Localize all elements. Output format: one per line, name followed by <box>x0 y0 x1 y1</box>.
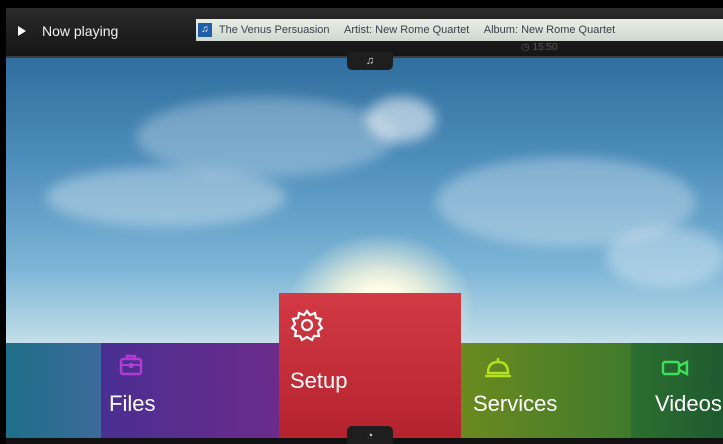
track-info: ♫ The Venus Persuasion Artist: New Rome … <box>196 19 723 41</box>
menu-item-files[interactable]: Files <box>101 343 279 438</box>
service-bell-icon <box>485 358 511 378</box>
track-artist: Artist: New Rome Quartet <box>344 24 470 36</box>
now-playing-bar[interactable]: Now playing ♫ The Venus Persuasion Artis… <box>6 8 723 58</box>
music-note-icon: ♫ <box>198 23 212 38</box>
home-screen: Now playing ♫ The Venus Persuasion Artis… <box>0 0 723 444</box>
clock-time: 15:50 <box>532 42 558 53</box>
track-title: The Venus Persuasion <box>218 24 330 36</box>
music-tab[interactable]: ♫ <box>347 52 393 70</box>
clock-icon: ◷ <box>521 42 530 53</box>
speedometer-icon: ◔ <box>366 430 374 442</box>
setup-label: Setup <box>290 368 348 393</box>
play-icon <box>18 26 26 36</box>
menu-item-videos[interactable]: Videos <box>631 343 723 438</box>
files-label: Files <box>109 391 156 416</box>
clock: ◷ 15:50 <box>521 42 611 54</box>
briefcase-icon <box>119 354 143 376</box>
track-album: Album: New Rome Quartet <box>483 24 616 36</box>
video-camera-icon <box>661 360 689 376</box>
services-label: Services <box>473 391 558 416</box>
now-playing-label: Now playing <box>42 23 119 39</box>
menu-tile-previous[interactable] <box>6 343 101 438</box>
menu-item-services[interactable]: Services <box>461 343 631 438</box>
music-note-icon: ♫ <box>365 55 375 67</box>
videos-label: Videos <box>655 391 722 416</box>
bottom-tab[interactable]: ◔ <box>347 426 393 444</box>
gear-icon <box>290 309 324 342</box>
menu-item-setup[interactable]: Setup <box>279 293 461 444</box>
